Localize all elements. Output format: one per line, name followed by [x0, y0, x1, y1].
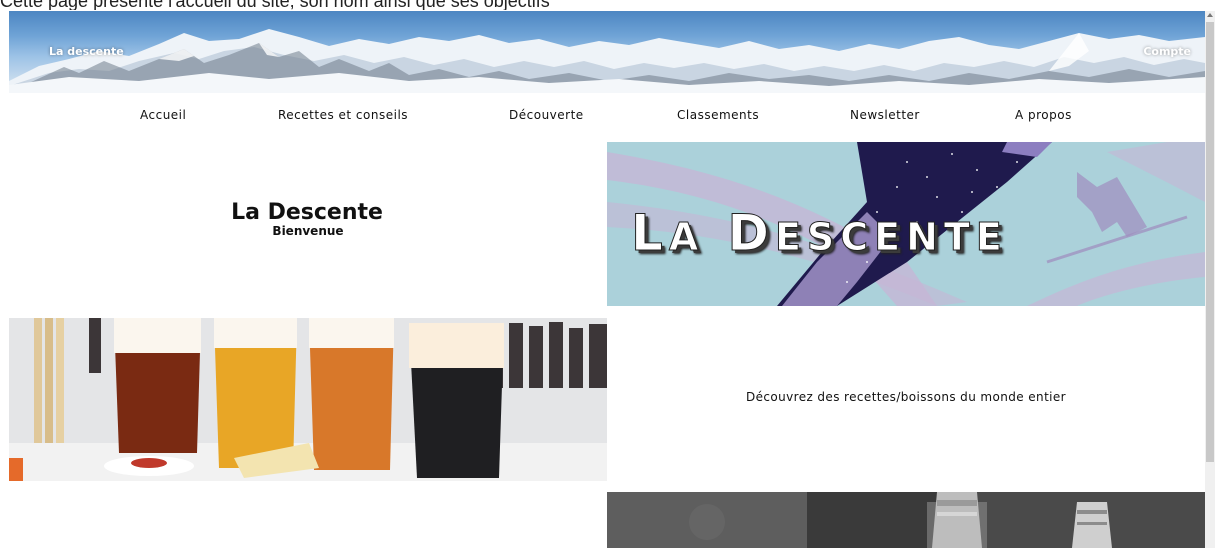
bar-shaker-illustration	[607, 492, 1205, 548]
brand-link[interactable]: La descente	[49, 45, 124, 58]
scrollbar-thumb[interactable]	[1206, 22, 1214, 462]
hero: La Descente Bienvenue	[9, 200, 607, 238]
page-caption: Cette page présente l'accueil du site, s…	[0, 0, 550, 10]
logo-letter: A	[668, 215, 705, 260]
account-link[interactable]: Compte	[1143, 45, 1191, 58]
nav-item-decouverte[interactable]: Découverte	[509, 108, 584, 122]
page-subtitle: Bienvenue	[272, 224, 344, 238]
nav-item-a-propos[interactable]: A propos	[1015, 108, 1072, 122]
page: Cette page présente l'accueil du site, s…	[0, 0, 1215, 548]
logo-letter: L	[631, 204, 669, 263]
scroll-up-icon[interactable]	[1207, 13, 1213, 17]
page-title: La Descente	[231, 200, 383, 225]
header-banner: La descente Compte	[9, 11, 1205, 93]
main-nav: Accueil Recettes et conseils Découverte …	[0, 108, 1205, 128]
mountain-panorama-image	[9, 29, 1205, 93]
logo-wordmark: LA DESCENTE	[631, 204, 1008, 263]
nav-item-newsletter[interactable]: Newsletter	[850, 108, 920, 122]
nav-item-recettes-et-conseils[interactable]: Recettes et conseils	[278, 108, 408, 122]
discover-text: Découvrez des recettes/boissons du monde…	[745, 390, 1067, 404]
logo-letter: ESCENTE	[774, 215, 1008, 260]
bar-shaker-image	[607, 492, 1205, 548]
beer-glasses-illustration	[9, 318, 607, 481]
nav-item-accueil[interactable]: Accueil	[140, 108, 186, 122]
logo-banner-image: LA DESCENTE	[607, 142, 1205, 306]
logo-letter: D	[727, 204, 775, 263]
beer-glasses-image	[9, 318, 607, 481]
nav-item-classements[interactable]: Classements	[677, 108, 759, 122]
